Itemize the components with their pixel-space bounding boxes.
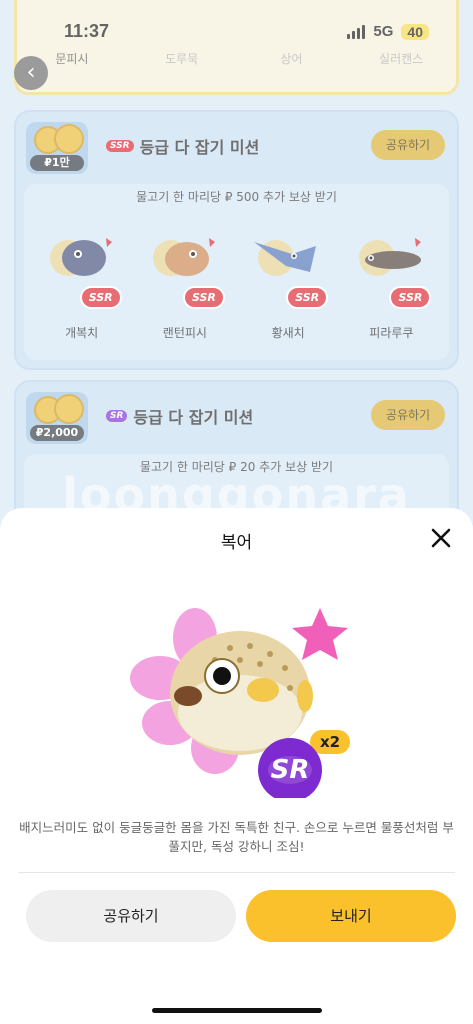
share-button[interactable]: 공유하기: [26, 890, 236, 942]
home-indicator: [152, 1008, 322, 1013]
close-icon[interactable]: [427, 524, 455, 552]
send-button[interactable]: 보내기: [246, 890, 456, 942]
sheet-title: 복어: [220, 533, 253, 553]
pufferfish-icon: [130, 608, 350, 798]
fish-description: 배지느러미도 없이 둥글둥글한 몸을 가진 독특한 친구. 손으로 누르면 물풍…: [19, 820, 454, 854]
divider: [18, 872, 455, 873]
fish-detail-sheet: 복어 x2 SR 배지느러미도 없이 둥글둥글한 몸을 가진 독특한 친구. 손…: [0, 508, 473, 1024]
tier-badge-sr: SR: [270, 755, 310, 785]
